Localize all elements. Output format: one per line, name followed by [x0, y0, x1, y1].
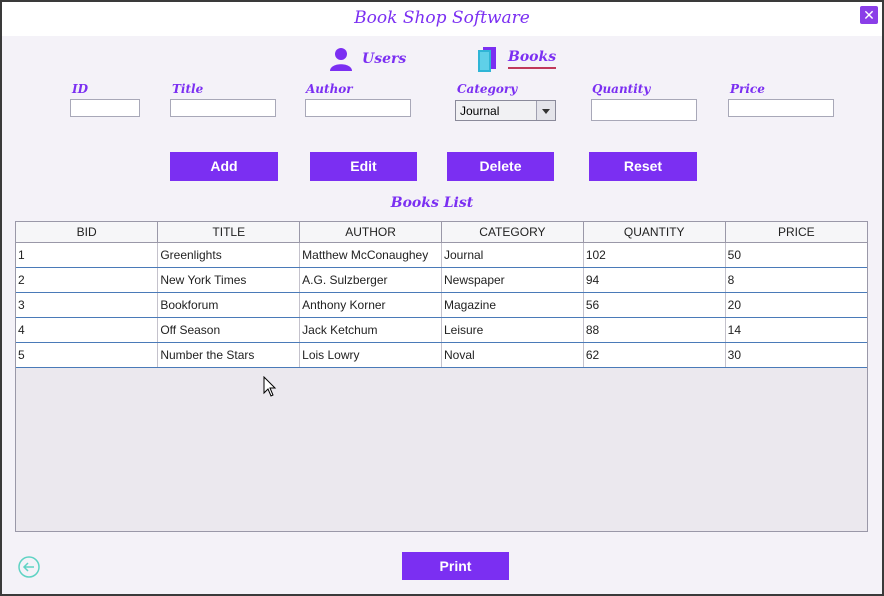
table-cell: Greenlights: [157, 242, 301, 268]
nav-books-label: Books: [508, 49, 557, 69]
quantity-field[interactable]: [591, 99, 697, 121]
books-list-title: Books List: [390, 195, 474, 211]
back-button[interactable]: [18, 556, 40, 578]
table-cell: 50: [725, 242, 867, 268]
column-header-price[interactable]: PRICE: [725, 222, 867, 243]
delete-button[interactable]: Delete: [447, 152, 554, 181]
table-cell: 8: [725, 267, 867, 293]
title-field[interactable]: [170, 99, 276, 117]
table-cell: 5: [16, 342, 159, 368]
column-header-category[interactable]: CATEGORY: [441, 222, 584, 243]
title-bar: Book Shop Software ✕: [2, 2, 882, 36]
table-row[interactable]: 4 Off Season Jack Ketchum Leisure 88 14: [16, 317, 867, 343]
table-cell: Noval: [441, 342, 584, 368]
table-cell: 62: [583, 342, 726, 368]
nav-users[interactable]: Users: [330, 44, 406, 74]
quantity-label: Quantity: [592, 82, 651, 96]
table-row[interactable]: 1 Greenlights Matthew McConaughey Journa…: [16, 242, 867, 268]
user-icon: [330, 48, 352, 71]
table-cell: Journal: [441, 242, 584, 268]
id-label: ID: [72, 82, 89, 96]
print-button[interactable]: Print: [402, 552, 509, 580]
table-cell: 14: [725, 317, 867, 343]
close-button[interactable]: ✕: [860, 6, 878, 24]
dropdown-arrow-button[interactable]: [536, 101, 555, 120]
books-table: BID TITLE AUTHOR CATEGORY QUANTITY PRICE…: [16, 222, 867, 368]
author-field[interactable]: [305, 99, 411, 117]
table-cell: 20: [725, 292, 867, 318]
table-cell: 30: [725, 342, 867, 368]
table-cell: Number the Stars: [157, 342, 301, 368]
table-row[interactable]: 3 Bookforum Anthony Korner Magazine 56 2…: [16, 292, 867, 318]
price-field[interactable]: [728, 99, 834, 117]
table-cell: Anthony Korner: [299, 292, 442, 318]
category-selected-value: Journal: [460, 104, 500, 118]
table-cell: Matthew McConaughey: [299, 242, 442, 268]
table-cell: Jack Ketchum: [299, 317, 442, 343]
table-cell: Newspaper: [441, 267, 584, 293]
close-icon: ✕: [863, 7, 875, 23]
app-title: Book Shop Software: [354, 8, 530, 28]
table-cell: Leisure: [441, 317, 584, 343]
table-cell: 88: [583, 317, 726, 343]
table-cell: Bookforum: [157, 292, 301, 318]
reset-button[interactable]: Reset: [589, 152, 697, 181]
price-label: Price: [730, 82, 765, 96]
chevron-down-icon: [542, 109, 550, 114]
column-header-quantity[interactable]: QUANTITY: [583, 222, 726, 243]
table-header-row: BID TITLE AUTHOR CATEGORY QUANTITY PRICE: [16, 222, 867, 243]
table-row[interactable]: 2 New York Times A.G. Sulzberger Newspap…: [16, 267, 867, 293]
title-label: Title: [172, 82, 204, 96]
table-row[interactable]: 5 Number the Stars Lois Lowry Noval 62 3…: [16, 342, 867, 368]
nav-books[interactable]: Books: [476, 44, 557, 74]
column-header-bid[interactable]: BID: [16, 222, 159, 243]
author-label: Author: [306, 82, 353, 96]
table-cell: Off Season: [157, 317, 301, 343]
table-cell: 102: [583, 242, 726, 268]
id-field[interactable]: [70, 99, 140, 117]
books-table-container[interactable]: BID TITLE AUTHOR CATEGORY QUANTITY PRICE…: [15, 221, 868, 532]
add-button[interactable]: Add: [170, 152, 278, 181]
mouse-cursor-icon: [263, 376, 277, 397]
column-header-title[interactable]: TITLE: [157, 222, 301, 243]
edit-button[interactable]: Edit: [310, 152, 417, 181]
back-arrow-icon: [18, 556, 40, 578]
table-cell: 4: [16, 317, 159, 343]
table-cell: New York Times: [157, 267, 301, 293]
table-cell: 94: [583, 267, 726, 293]
category-label: Category: [457, 82, 518, 96]
table-cell: 1: [16, 242, 159, 268]
column-header-author[interactable]: AUTHOR: [299, 222, 442, 243]
table-cell: Lois Lowry: [299, 342, 442, 368]
nav-users-label: Users: [362, 51, 407, 67]
category-select[interactable]: Journal: [455, 100, 556, 121]
table-cell: 2: [16, 267, 159, 293]
table-cell: 56: [583, 292, 726, 318]
books-icon: [478, 47, 496, 72]
app-window: Book Shop Software ✕ Users Books ID Titl…: [2, 2, 882, 594]
table-cell: Magazine: [441, 292, 584, 318]
table-cell: 3: [16, 292, 159, 318]
table-cell: A.G. Sulzberger: [299, 267, 442, 293]
